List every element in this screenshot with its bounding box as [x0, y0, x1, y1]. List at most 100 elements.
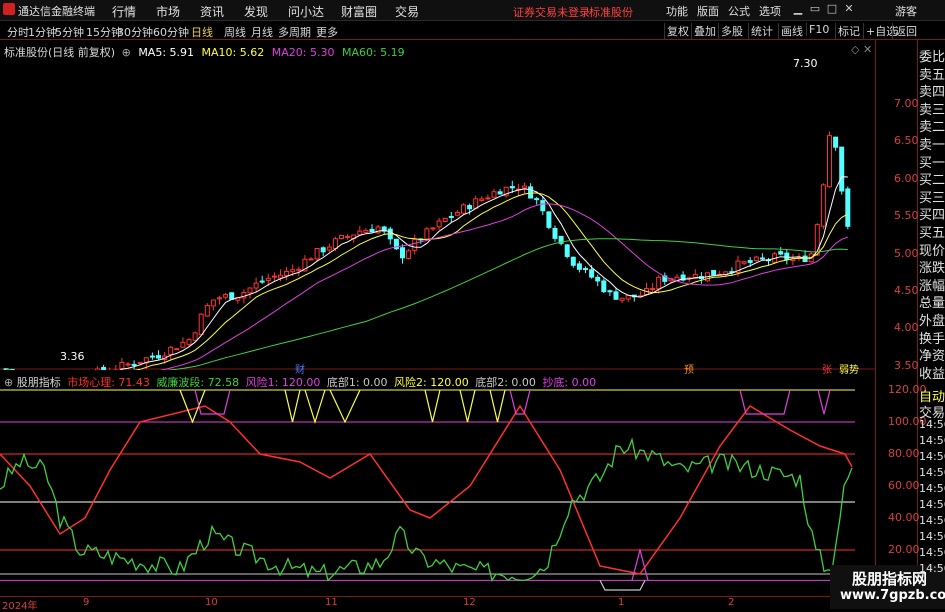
menu-item-0[interactable]: 行情 — [112, 3, 136, 20]
ma10-value: MA10: 5.62 — [201, 46, 265, 59]
guest-label[interactable]: 游客 — [895, 3, 917, 19]
toolbar-button-8[interactable]: 返回 — [892, 23, 919, 39]
ma60-value: MA60: 5.19 — [341, 46, 405, 59]
chart-close-icon[interactable]: ✕ — [863, 43, 872, 56]
date-label-2: 10 — [205, 597, 218, 608]
candle-body — [265, 277, 271, 281]
login-notice[interactable]: 证券交易未登录 — [513, 4, 590, 20]
toolbar-button-4[interactable]: 画线 — [778, 23, 805, 39]
menu-layout[interactable]: 版面 — [697, 3, 719, 19]
side-lower-3: 14:56 — [919, 434, 945, 447]
toolbar-button-1[interactable]: 叠加 — [691, 23, 718, 39]
indicator-tick-5: 20.00 — [888, 543, 920, 556]
period-tab-9[interactable]: 多周期 — [278, 24, 311, 40]
restore-icon[interactable]: ▭ — [808, 2, 822, 16]
risk1-signal — [817, 389, 831, 415]
menu-formula[interactable]: 公式 — [728, 3, 750, 19]
side-item-8: 买三 — [919, 190, 945, 206]
toolbar-button-0[interactable]: 复权 — [664, 23, 691, 39]
period-tab-4[interactable]: 30分钟 — [117, 24, 153, 40]
side-item-13: 涨幅 — [919, 278, 945, 294]
indicator-tick-2: 80.00 — [888, 447, 920, 460]
side-item-14: 总量 — [919, 296, 945, 312]
side-item-3: 卖三 — [919, 102, 945, 118]
event-tag-3[interactable]: 弱势 — [838, 361, 860, 376]
candle-body — [741, 261, 747, 264]
indicator-chart[interactable] — [0, 371, 875, 596]
ma60-line — [5, 238, 848, 370]
candle-body — [296, 268, 302, 271]
close-icon[interactable]: ✕ — [842, 2, 856, 16]
candle-body — [186, 339, 192, 345]
candle-body — [613, 291, 619, 300]
candle-body — [229, 292, 235, 300]
candle-body — [485, 197, 491, 200]
diamond-icon[interactable]: ◇ — [851, 43, 859, 56]
period-tab-5[interactable]: 60分钟 — [153, 24, 189, 40]
toolbar-button-3[interactable]: 统计 — [748, 23, 775, 39]
maximize-icon[interactable]: □ — [825, 2, 839, 16]
low-price-label: 3.36 — [60, 350, 85, 363]
stock-title: 标准股份(日线 前复权) ⊕ MA5: 5.91 MA10: 5.62 MA20… — [4, 44, 405, 60]
candle-body — [454, 211, 460, 216]
candle-body — [540, 200, 546, 212]
candle-body — [583, 268, 588, 271]
side-item-16: 换手 — [919, 331, 945, 347]
risk2-signal — [329, 389, 361, 424]
toolbar-button-5[interactable]: F10 — [806, 23, 831, 36]
candle-body — [522, 185, 527, 189]
side-item-7: 买二 — [919, 173, 945, 189]
candlestick-chart[interactable] — [0, 40, 875, 370]
period-tab-2[interactable]: 5分钟 — [55, 24, 84, 40]
candle-body — [357, 230, 363, 236]
side-item-1: 卖五 — [919, 67, 945, 83]
period-tab-0[interactable]: 分时 — [7, 24, 29, 40]
menu-item-5[interactable]: 财富圈 — [341, 3, 377, 20]
candle-body — [412, 238, 418, 251]
indicator-settings-icon[interactable]: ⊕ — [4, 376, 13, 389]
menu-item-6[interactable]: 交易 — [395, 3, 419, 20]
settings-icon[interactable]: ⊕ — [122, 46, 131, 59]
date-label-1: 9 — [83, 597, 90, 608]
candle-body — [332, 238, 338, 250]
indicator-tick-3: 60.00 — [888, 479, 920, 492]
candle-body — [467, 205, 473, 210]
indicator-tick-4: 40.00 — [888, 511, 920, 524]
candle-body — [314, 247, 320, 260]
candle-body — [552, 227, 558, 239]
risk2-signal — [304, 389, 326, 425]
menu-item-2[interactable]: 资讯 — [200, 3, 224, 20]
notice-stock[interactable]: 标准股份 — [589, 4, 633, 20]
candle-body — [546, 211, 552, 228]
risk2-signal — [424, 389, 441, 423]
event-tag-1[interactable]: 预 — [683, 361, 695, 376]
indicator-risk1: 风险1: 120.00 — [245, 376, 321, 389]
menu-function[interactable]: 功能 — [666, 3, 688, 19]
williams-band-line — [0, 437, 853, 583]
date-axis — [0, 596, 875, 610]
side-item-10: 买五 — [919, 226, 945, 241]
candle-body — [430, 227, 436, 230]
period-tab-7[interactable]: 周线 — [224, 24, 246, 40]
side-lower-6: 14:56 — [919, 482, 945, 495]
period-tab-6[interactable]: 日线 — [191, 24, 213, 40]
watermark-title: 股朋指标网 — [852, 570, 928, 588]
event-tag-2[interactable]: 张 — [821, 361, 833, 376]
event-tag-0[interactable]: 财 — [294, 361, 306, 376]
menu-item-3[interactable]: 发现 — [244, 3, 268, 20]
period-tab-1[interactable]: 1分钟 — [28, 24, 57, 40]
minimize-icon[interactable]: ▁ — [791, 2, 805, 16]
toolbar-button-6[interactable]: 标记 — [835, 23, 862, 39]
candle-body — [217, 297, 222, 300]
side-lower-2: 14:56 — [919, 418, 945, 431]
side-item-17: 净资 — [919, 349, 945, 365]
menu-item-1[interactable]: 市场 — [156, 3, 180, 20]
price-tick-5: 4.50 — [894, 284, 919, 297]
candle-body — [326, 246, 332, 251]
period-tab-8[interactable]: 月线 — [251, 24, 273, 40]
menu-options[interactable]: 选项 — [759, 3, 781, 19]
toolbar-button-2[interactable]: 多股 — [718, 23, 745, 39]
candle-body — [168, 346, 174, 355]
menu-item-4[interactable]: 问小达 — [288, 3, 324, 20]
period-tab-10[interactable]: 更多 — [316, 24, 338, 40]
